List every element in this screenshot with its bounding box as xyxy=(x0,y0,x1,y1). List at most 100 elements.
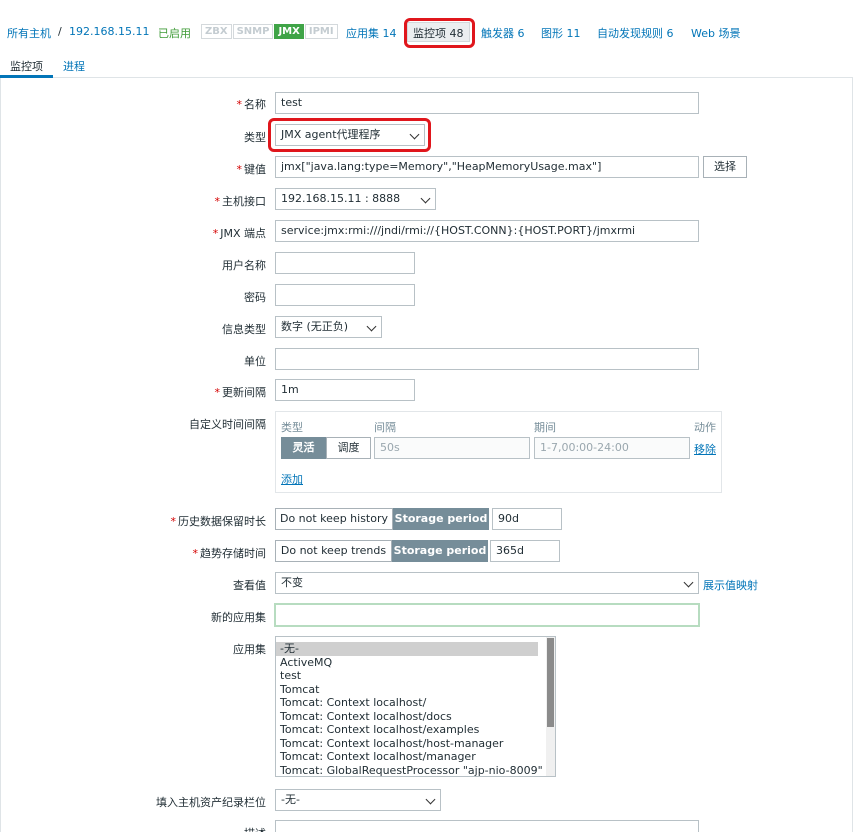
trends-storage-period-button[interactable]: Storage period xyxy=(392,540,488,562)
breadcrumb-separator: / xyxy=(58,25,62,38)
col-header-interval: 间隔 xyxy=(374,421,396,434)
ipmi-badge: IPMI xyxy=(304,24,338,39)
required-mark: * xyxy=(236,163,243,176)
listbox-scrollbar-thumb[interactable] xyxy=(547,638,554,727)
snmp-badge: SNMP xyxy=(232,24,274,39)
new-application-input[interactable] xyxy=(274,603,700,627)
show-value-label: 查看值 xyxy=(233,579,266,592)
update-interval-input[interactable]: 1m xyxy=(275,379,415,401)
chevron-down-icon xyxy=(420,790,440,810)
applications-label: 应用集 xyxy=(233,643,266,656)
highlight-box-items-tab xyxy=(404,18,475,48)
tab-triggers[interactable]: 触发器 6 xyxy=(481,25,525,41)
applications-listbox[interactable]: -无- ActiveMQ test Tomcat Tomcat: Context… xyxy=(275,636,556,777)
highlight-box-type-select xyxy=(268,118,431,152)
show-value-mappings-link[interactable]: 展示值映射 xyxy=(703,577,758,593)
password-input[interactable] xyxy=(275,284,415,306)
col-header-period: 期间 xyxy=(534,421,556,434)
list-item[interactable]: Tomcat: Context localhost/ xyxy=(276,696,555,710)
type-label: 类型 xyxy=(244,131,266,144)
all-hosts-link[interactable]: 所有主机 xyxy=(7,25,51,41)
list-item[interactable]: Tomcat: Context localhost/examples xyxy=(276,723,555,737)
update-interval-label-text: 更新间隔 xyxy=(222,386,266,399)
list-item[interactable]: Tomcat xyxy=(276,683,555,697)
chevron-down-icon xyxy=(415,189,435,209)
interface-select[interactable]: 192.168.15.11 : 8888 xyxy=(275,188,436,210)
key-select-button[interactable]: 选择 xyxy=(703,156,747,178)
info-type-select[interactable]: 数字 (无正负) xyxy=(275,316,382,338)
subtab-items[interactable]: 监控项 xyxy=(10,58,43,74)
listbox-scrollbar[interactable] xyxy=(546,637,555,776)
jmx-endpoint-input[interactable]: service:jmx:rmi:///jndi/rmi://{HOST.CONN… xyxy=(275,220,699,242)
custom-intervals-label: 自定义时间间隔 xyxy=(189,418,266,431)
subtab-process[interactable]: 进程 xyxy=(63,58,85,74)
interface-select-value: 192.168.15.11 : 8888 xyxy=(281,192,401,205)
units-label: 单位 xyxy=(244,355,266,368)
required-mark: * xyxy=(192,547,199,560)
col-header-type: 类型 xyxy=(281,421,303,434)
add-interval-link[interactable]: 添加 xyxy=(281,471,303,487)
tab-web-scenarios[interactable]: Web 场景 xyxy=(691,25,740,41)
list-item[interactable]: -无- xyxy=(276,642,538,656)
custom-interval-input[interactable]: 50s xyxy=(374,437,530,459)
jmx-endpoint-label: * JMX 端点 xyxy=(213,225,266,241)
tab-graphs[interactable]: 图形 11 xyxy=(541,25,581,41)
history-storage-period-button[interactable]: Storage period xyxy=(393,508,489,530)
remove-interval-link[interactable]: 移除 xyxy=(694,441,716,457)
tab-applications[interactable]: 应用集 14 xyxy=(346,25,397,41)
col-header-action: 动作 xyxy=(694,421,716,434)
host-status-enabled[interactable]: 已启用 xyxy=(158,25,191,41)
trends-do-not-keep-button[interactable]: Do not keep trends xyxy=(275,540,392,562)
trends-label-text: 趋势存储时间 xyxy=(200,547,266,560)
description-label: 描述 xyxy=(244,825,266,832)
key-label-text: 键值 xyxy=(244,163,266,176)
custom-period-input[interactable]: 1-7,00:00-24:00 xyxy=(534,437,690,459)
list-item[interactable]: ActiveMQ xyxy=(276,656,555,670)
required-mark: * xyxy=(212,227,219,240)
key-label: * 键值 xyxy=(237,161,267,177)
history-do-not-keep-button[interactable]: Do not keep history xyxy=(275,508,393,530)
item-subtabs: 监控项 进程 xyxy=(0,52,853,78)
units-input[interactable] xyxy=(275,348,699,370)
required-mark: * xyxy=(214,386,221,399)
jmx-badge: JMX xyxy=(274,24,304,39)
chevron-down-icon xyxy=(361,317,381,337)
show-value-select[interactable]: 不变 xyxy=(275,572,699,594)
history-label: * 历史数据保留时长 xyxy=(171,513,267,529)
required-mark: * xyxy=(236,98,243,111)
list-item[interactable]: Tomcat: Context localhost/host-manager xyxy=(276,737,555,751)
info-type-label: 信息类型 xyxy=(222,323,266,336)
inventory-label: 填入主机资产纪录栏位 xyxy=(156,796,266,809)
name-input[interactable]: test xyxy=(275,92,699,114)
list-item[interactable]: Tomcat: GlobalRequestProcessor "ajp-nio-… xyxy=(276,764,555,777)
tab-discovery-rules[interactable]: 自动发现规则 6 xyxy=(597,25,674,41)
name-label: * 名称 xyxy=(237,96,267,112)
update-interval-label: * 更新间隔 xyxy=(215,384,267,400)
custom-intervals-table: 类型 间隔 期间 动作 灵活 调度 50s 1-7,00:00-24:00 移除… xyxy=(275,411,722,493)
username-label: 用户名称 xyxy=(222,259,266,272)
new-application-label: 新的应用集 xyxy=(211,611,266,624)
interface-label-text: 主机接口 xyxy=(222,195,266,208)
list-item[interactable]: test xyxy=(276,669,555,683)
key-input[interactable]: jmx["java.lang:type=Memory","HeapMemoryU… xyxy=(275,156,699,178)
inventory-select[interactable]: -无- xyxy=(275,789,441,811)
applications-list: -无- ActiveMQ test Tomcat Tomcat: Context… xyxy=(276,637,555,777)
description-textarea[interactable] xyxy=(275,820,699,832)
history-period-input[interactable]: 90d xyxy=(492,508,562,530)
username-input[interactable] xyxy=(275,252,415,274)
host-link[interactable]: 192.168.15.11 xyxy=(69,25,149,38)
interface-label: * 主机接口 xyxy=(215,193,267,209)
name-label-text: 名称 xyxy=(244,98,266,111)
list-item[interactable]: Tomcat: Context localhost/manager xyxy=(276,750,555,764)
scheduling-toggle[interactable]: 调度 xyxy=(326,437,371,459)
show-value-select-value: 不变 xyxy=(281,576,303,589)
availability-badges: ZBX SNMP JMX IPMI xyxy=(201,24,339,39)
flexible-toggle[interactable]: 灵活 xyxy=(281,437,326,459)
chevron-down-icon xyxy=(678,573,698,593)
inventory-select-value: -无- xyxy=(281,793,300,806)
jmx-endpoint-label-text: JMX 端点 xyxy=(220,227,266,240)
password-label: 密码 xyxy=(244,291,266,304)
trends-period-input[interactable]: 365d xyxy=(490,540,560,562)
history-label-text: 历史数据保留时长 xyxy=(178,515,266,528)
list-item[interactable]: Tomcat: Context localhost/docs xyxy=(276,710,555,724)
